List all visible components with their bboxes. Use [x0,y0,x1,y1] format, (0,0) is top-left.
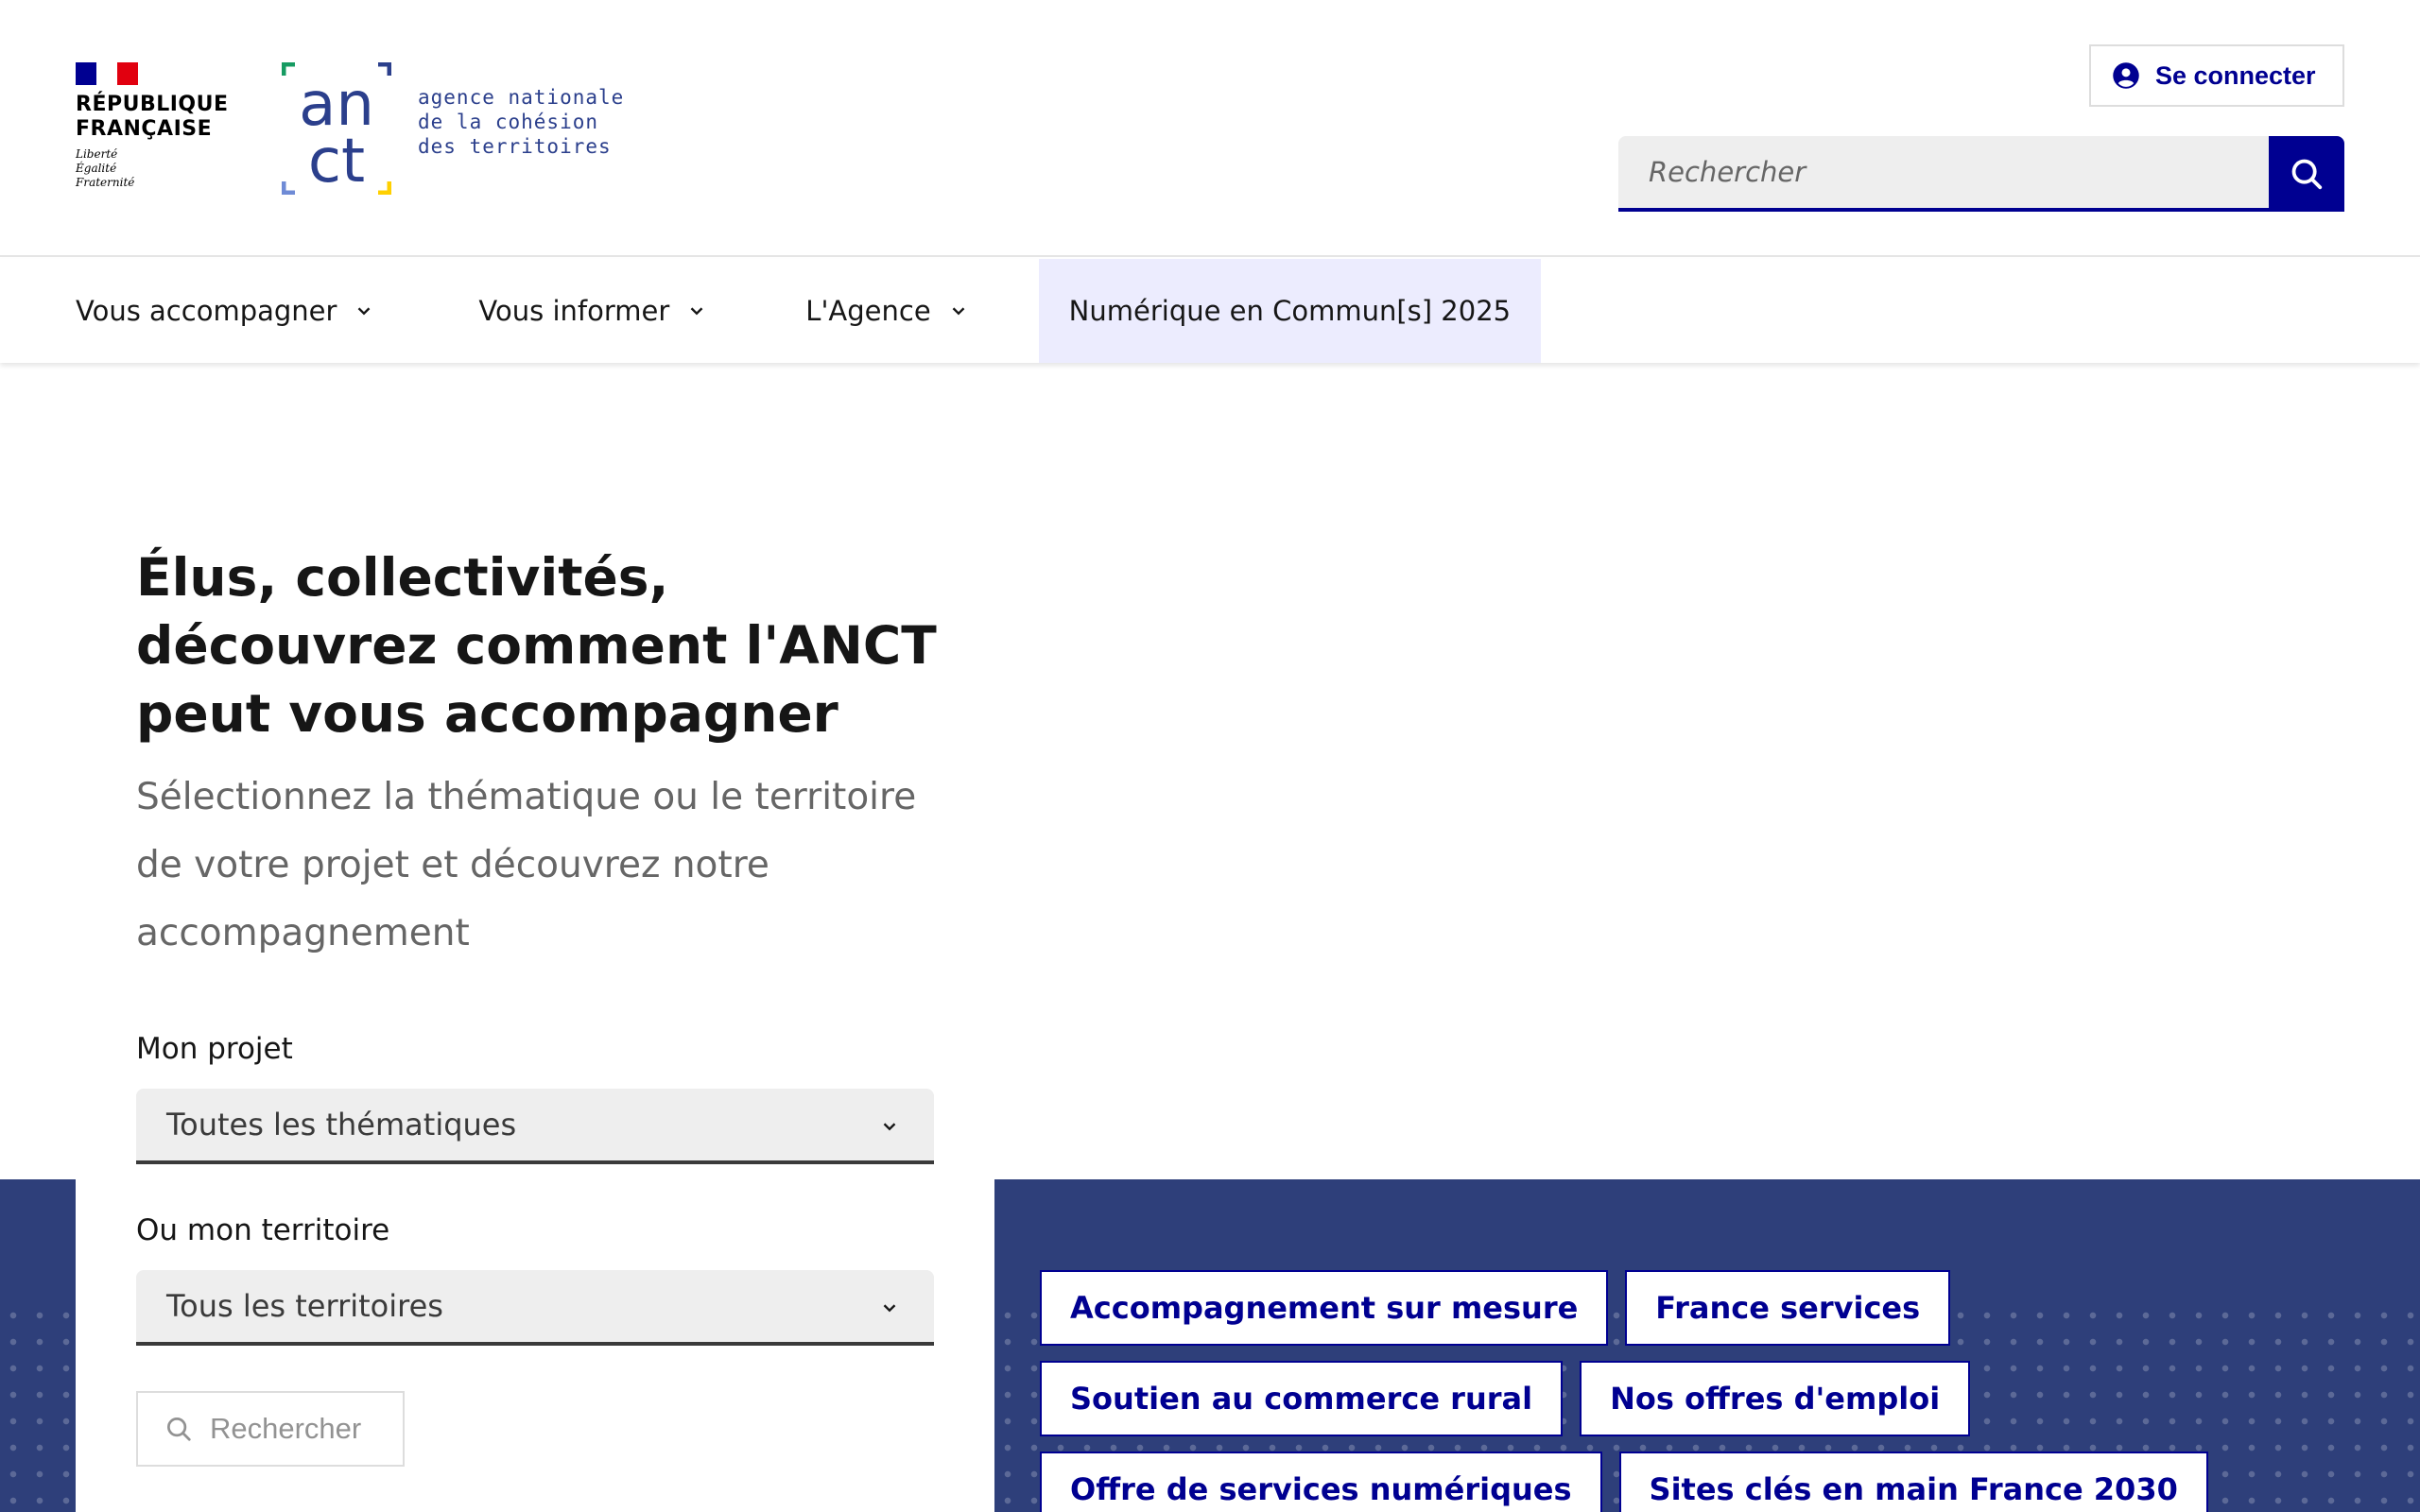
anct-logo: an ct [282,62,391,195]
rf-name: RÉPUBLIQUE FRANÇAISE [76,93,229,141]
search-button[interactable] [2269,136,2344,212]
territory-label: Ou mon territoire [136,1213,390,1247]
marianne-flag-icon [76,62,138,85]
tag-offres-emploi[interactable]: Nos offres d'emploi [1580,1361,1971,1436]
chevron-down-icon [883,1304,896,1313]
rf-motto: Liberté Égalité Fraternité [76,147,135,189]
tag-france-services[interactable]: France services [1625,1270,1951,1346]
main-navigation: Vous accompagner Vous informer L'Agence … [0,259,2420,363]
form-search-label: Rechercher [210,1412,362,1445]
page-title: Élus, collectivités, découvrez comment l… [136,547,937,744]
chevron-down-icon [883,1123,896,1131]
territory-select[interactable]: Tous les territoires [136,1270,934,1346]
nav-item-vous-informer[interactable]: Vous informer [478,259,707,363]
login-label: Se connecter [2155,60,2316,90]
chevron-down-icon [690,307,703,316]
republique-francaise-logo[interactable]: RÉPUBLIQUE FRANÇAISE Liberté Égalité Fra… [76,62,229,190]
search-icon [167,1418,191,1441]
quick-links: Accompagnement sur mesure France service… [1040,1270,2382,1512]
anct-tagline: agence nationale de la cohésion des terr… [418,86,625,158]
login-button[interactable]: Se connecter [2089,44,2344,107]
project-select[interactable]: Toutes les thématiques [136,1089,934,1164]
tag-sites-cles-en-main[interactable]: Sites clés en main France 2030 [1618,1452,2208,1512]
search-input[interactable] [1618,136,2269,212]
user-circle-icon [2113,62,2139,89]
search-icon [2291,159,2323,190]
tag-offre-services-numeriques[interactable]: Offre de services numériques [1040,1452,1602,1512]
chevron-down-icon [358,307,371,316]
project-select-value: Toutes les thématiques [166,1107,517,1143]
nav-item-vous-accompagner[interactable]: Vous accompagner [76,259,374,363]
nav-item-numerique-en-communs[interactable]: Numérique en Commun[s] 2025 [1038,259,1542,363]
decorative-band-left [0,1179,76,1512]
nav-item-agence[interactable]: L'Agence [805,259,968,363]
site-header: RÉPUBLIQUE FRANÇAISE Liberté Égalité Fra… [0,0,2420,257]
project-label: Mon projet [136,1032,293,1066]
territory-select-value: Tous les territoires [166,1288,443,1324]
header-search [1618,136,2344,212]
page-subtitle: Sélectionnez la thématique ou le territo… [136,776,917,954]
anct-logo-ct: ct [308,127,365,195]
form-search-button[interactable]: Rechercher [136,1391,405,1467]
tag-accompagnement-sur-mesure[interactable]: Accompagnement sur mesure [1040,1270,1609,1346]
chevron-down-icon [952,307,965,316]
tag-soutien-commerce-rural[interactable]: Soutien au commerce rural [1040,1361,1564,1436]
